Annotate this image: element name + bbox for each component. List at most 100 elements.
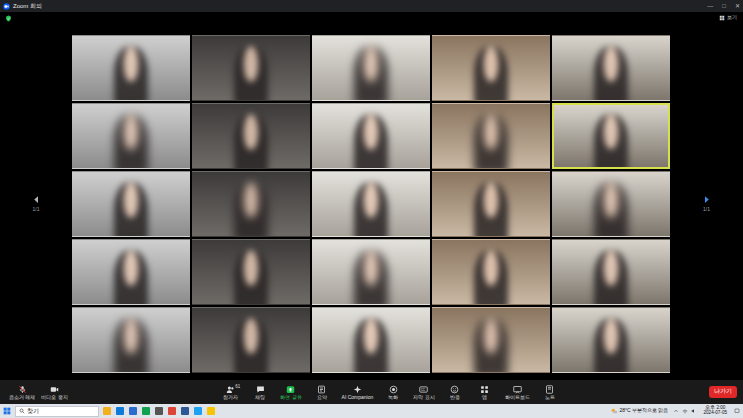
- toolbar-button[interactable]: AI Companion: [339, 385, 377, 400]
- toolbar-button[interactable]: CC자막 표시: [410, 385, 437, 400]
- chevron-up-icon[interactable]: [673, 408, 679, 414]
- video-tile[interactable]: [552, 103, 670, 169]
- arrow-left-icon[interactable]: [32, 194, 41, 205]
- view-button[interactable]: 보기: [719, 14, 737, 22]
- chat-icon: [256, 385, 265, 394]
- title-bar: Zoom 회의 — □ ✕: [0, 0, 743, 12]
- zoom-icon[interactable]: [181, 407, 189, 415]
- tool-label: 참가자: [223, 395, 238, 400]
- windows-start-icon[interactable]: [3, 407, 11, 415]
- taskbar-apps: [103, 407, 215, 415]
- video-tile[interactable]: [72, 239, 190, 305]
- video-tile[interactable]: [432, 171, 550, 237]
- toolbar-button[interactable]: 화면 공유: [277, 385, 304, 400]
- tool-label: 노트: [545, 395, 555, 400]
- weather-icon: [610, 407, 618, 415]
- video-grid: [72, 35, 670, 373]
- store-icon[interactable]: [129, 407, 137, 415]
- security-shield-icon[interactable]: [5, 15, 12, 22]
- mic-button[interactable]: 음소거 해제: [6, 385, 38, 400]
- notes-icon: [545, 385, 554, 394]
- toolbar-button[interactable]: 61 참가자: [217, 385, 243, 400]
- video-tile[interactable]: [72, 35, 190, 101]
- video-tile[interactable]: [552, 307, 670, 373]
- zoom-window: Zoom 회의 — □ ✕ 보기 1/1 1/1 음소거 해제비디오 중지 61 참가자 채팅 화면 …: [0, 0, 743, 418]
- toolbar-button[interactable]: 녹화: [380, 385, 406, 400]
- wifi-icon[interactable]: [682, 408, 688, 414]
- tool-label: 화면 공유: [280, 395, 301, 400]
- video-tile[interactable]: [72, 307, 190, 373]
- previous-page[interactable]: 1/1: [0, 194, 72, 214]
- video-tile[interactable]: [432, 103, 550, 169]
- video-tile[interactable]: [312, 103, 430, 169]
- count-badge: 61: [235, 384, 240, 391]
- microphone-icon: [18, 385, 27, 394]
- video-tile[interactable]: [432, 239, 550, 305]
- toolbar-button[interactable]: 요약: [309, 385, 335, 400]
- video-tile[interactable]: [192, 307, 310, 373]
- settings-icon[interactable]: [155, 407, 163, 415]
- video-tile[interactable]: [192, 171, 310, 237]
- video-tile[interactable]: [72, 171, 190, 237]
- view-label: 보기: [727, 14, 737, 22]
- edge-icon[interactable]: [116, 407, 124, 415]
- tool-label: 채팅: [255, 395, 265, 400]
- taskbar: 찾기 28°C 부분적으로 맑음 오후 2:002024-07-05: [0, 404, 743, 418]
- app-icon[interactable]: [194, 407, 202, 415]
- search-label: 찾기: [27, 407, 39, 415]
- video-tile[interactable]: [312, 307, 430, 373]
- date-text: 2024-07-05: [704, 411, 728, 416]
- video-tile[interactable]: [432, 35, 550, 101]
- summary-icon: [317, 385, 326, 394]
- grid-icon: [719, 15, 725, 21]
- clock[interactable]: 오후 2:002024-07-05: [701, 406, 731, 416]
- video-tile[interactable]: [552, 35, 670, 101]
- toolbar-button[interactable]: 채팅: [247, 385, 273, 400]
- video-tile[interactable]: [552, 171, 670, 237]
- minimize-button[interactable]: —: [707, 3, 713, 9]
- chrome-icon[interactable]: [168, 407, 176, 415]
- tool-label: 녹화: [388, 395, 398, 400]
- tool-label: 요약: [317, 395, 327, 400]
- record-icon: [389, 385, 398, 394]
- close-button[interactable]: ✕: [735, 3, 740, 9]
- window-controls: — □ ✕: [707, 3, 740, 9]
- video-tile[interactable]: [192, 103, 310, 169]
- kakaotalk-icon[interactable]: [207, 407, 215, 415]
- tool-label: 화이트보드: [505, 395, 530, 400]
- toolbar-button[interactable]: 반응: [442, 385, 468, 400]
- tool-label: 비디오 중지: [41, 395, 67, 400]
- window-title: Zoom 회의: [13, 3, 42, 9]
- maximize-button[interactable]: □: [722, 3, 726, 9]
- video-tile[interactable]: [552, 239, 670, 305]
- zoom-logo-icon: [3, 3, 10, 10]
- volume-icon[interactable]: [691, 408, 697, 414]
- taskbar-search[interactable]: 찾기: [15, 406, 99, 417]
- toolbar-button[interactable]: 앱: [472, 385, 498, 400]
- video-tile[interactable]: [312, 239, 430, 305]
- video-tile[interactable]: [192, 35, 310, 101]
- tool-label: 반응: [450, 395, 460, 400]
- reactions-icon: [450, 385, 459, 394]
- toolbar-button[interactable]: 화이트보드: [502, 385, 533, 400]
- tool-label: AI Companion: [342, 395, 374, 400]
- next-page[interactable]: 1/1: [670, 194, 743, 214]
- weather-widget[interactable]: 28°C 부분적으로 맑음: [610, 407, 669, 415]
- folder-icon[interactable]: [103, 407, 111, 415]
- page-indicator: 1/1: [33, 206, 40, 214]
- svg-text:CC: CC: [421, 388, 426, 392]
- toolbar-button[interactable]: 노트: [537, 385, 563, 400]
- share-screen-icon: [286, 385, 295, 394]
- video-tile[interactable]: [432, 307, 550, 373]
- apps-icon: [480, 385, 489, 394]
- app-icon[interactable]: [142, 407, 150, 415]
- weather-text: 28°C 부분적으로 맑음: [620, 407, 669, 415]
- video-tile[interactable]: [312, 35, 430, 101]
- video-button[interactable]: 비디오 중지: [38, 385, 70, 400]
- video-tile[interactable]: [312, 171, 430, 237]
- leave-button[interactable]: 나가기: [709, 386, 737, 398]
- notifications-icon[interactable]: [734, 408, 740, 414]
- video-tile[interactable]: [192, 239, 310, 305]
- arrow-right-icon[interactable]: [702, 194, 711, 205]
- video-tile[interactable]: [72, 103, 190, 169]
